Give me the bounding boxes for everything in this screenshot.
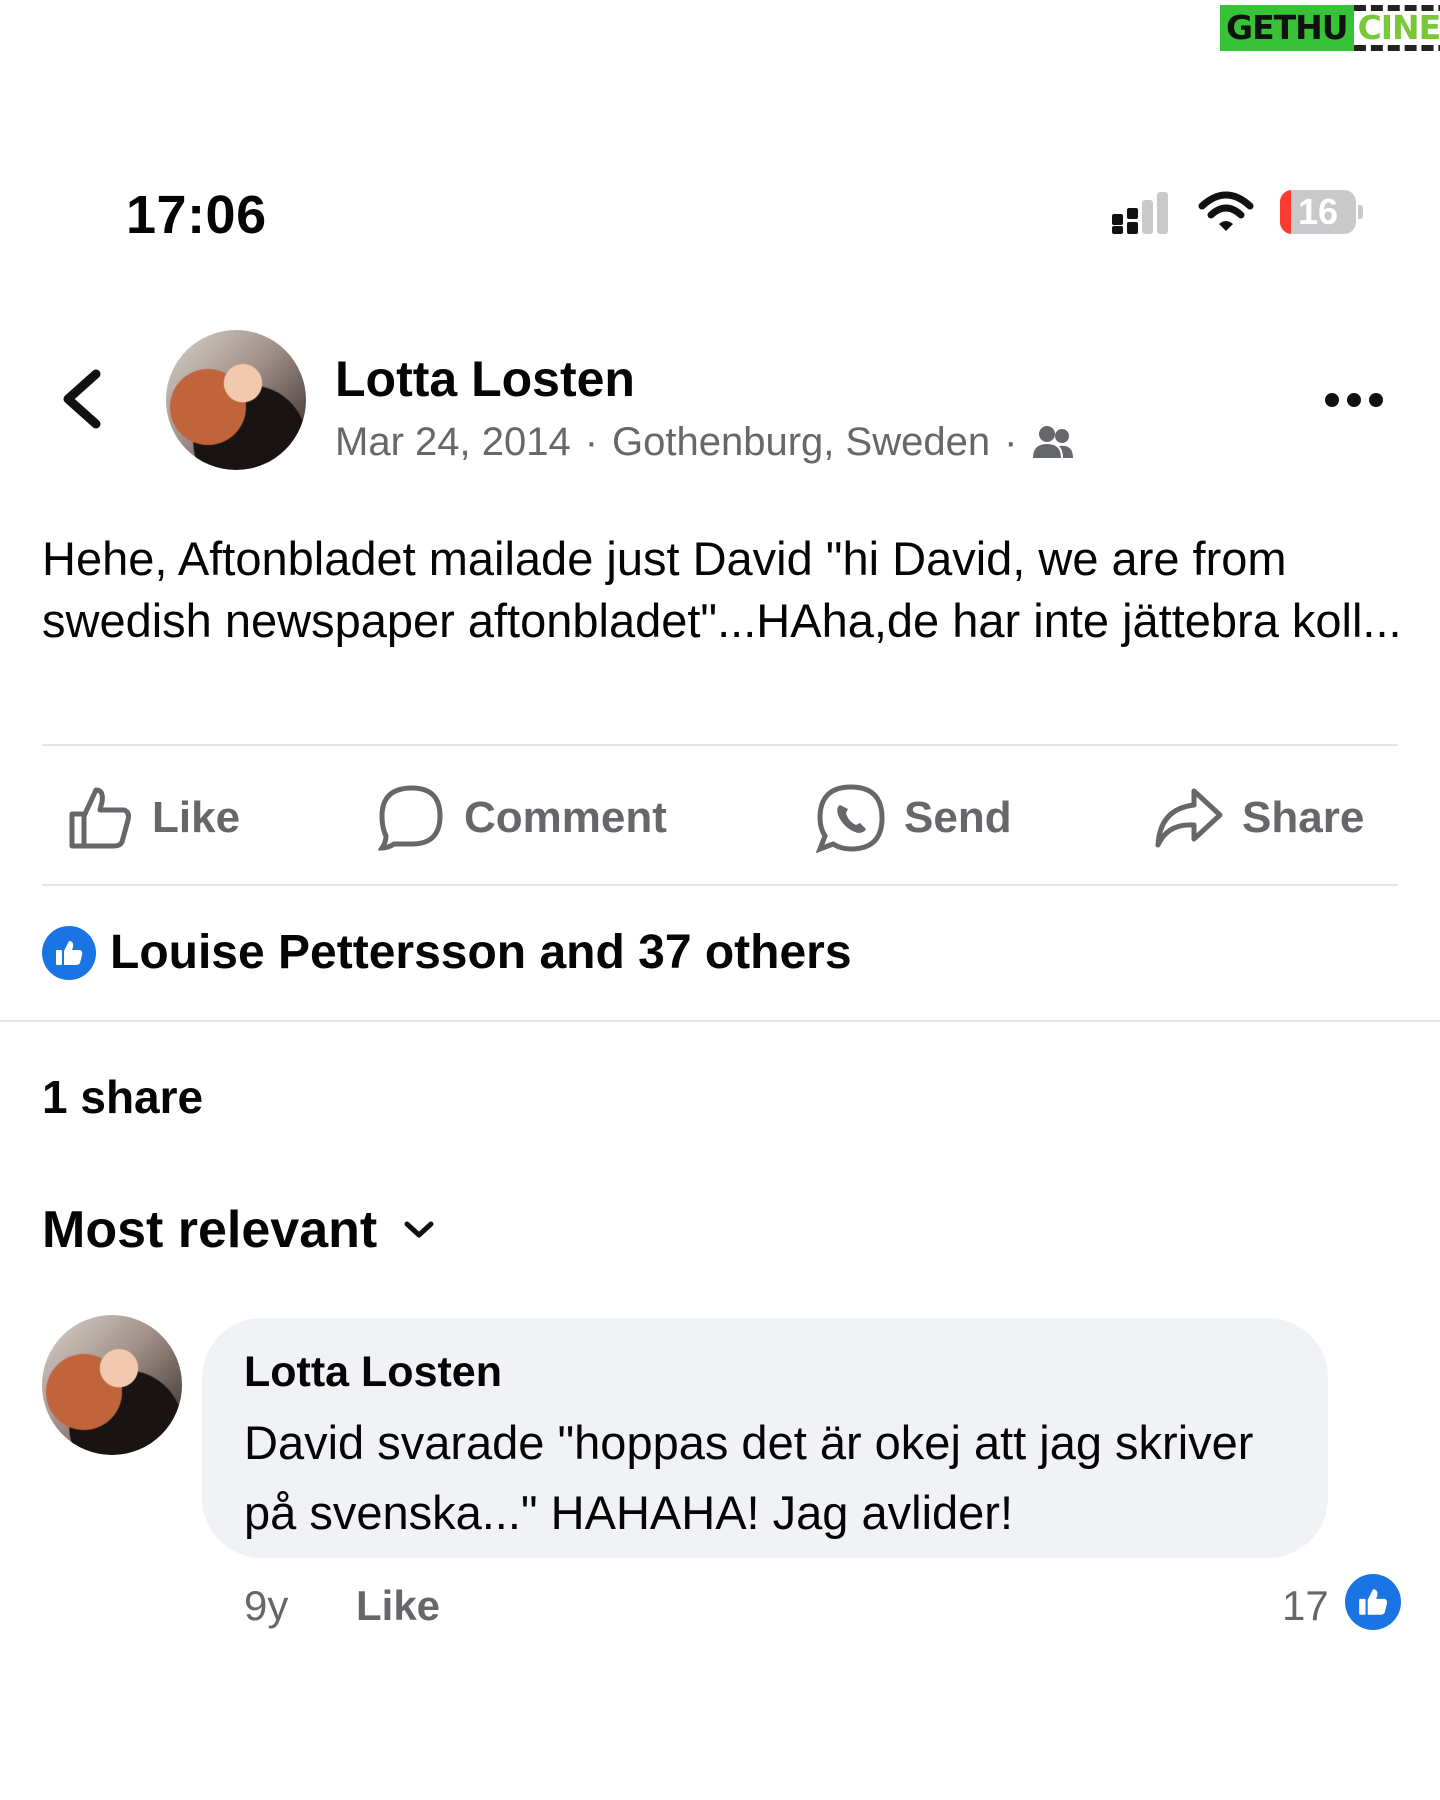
whatsapp-icon (816, 784, 885, 853)
comment-sort-dropdown[interactable]: Most relevant (42, 1200, 435, 1260)
divider (0, 1020, 1440, 1022)
share-label: Share (1242, 793, 1365, 842)
sort-label: Most relevant (42, 1201, 378, 1259)
share-button[interactable]: Share (1154, 768, 1364, 868)
comment-label: Comment (464, 793, 667, 842)
share-arrow-icon (1155, 788, 1223, 848)
post-meta: Mar 24, 2014 · Gothenburg, Sweden · (335, 420, 1075, 465)
divider (42, 884, 1398, 886)
author-avatar[interactable] (166, 330, 306, 470)
comment-like-button[interactable]: Like (356, 1582, 440, 1630)
meta-separator: · (584, 420, 599, 464)
meta-separator: · (1004, 420, 1018, 464)
friends-icon (1033, 425, 1074, 458)
like-reaction-icon (1345, 1574, 1401, 1630)
wifi-icon (1198, 191, 1254, 231)
battery-indicator: 16 (1280, 190, 1356, 234)
comment-text: David svarade "hoppas det är okej att ja… (244, 1416, 1254, 1539)
battery-level-fill (1280, 190, 1291, 234)
status-icons: 16 (1110, 190, 1363, 234)
reactions-summary[interactable]: Louise Pettersson and 37 others (42, 925, 852, 980)
chevron-down-icon (404, 1221, 434, 1238)
battery-percent: 16 (1297, 191, 1339, 232)
send-label: Send (904, 793, 1012, 842)
shares-count[interactable]: 1 share (42, 1070, 203, 1124)
post-date[interactable]: Mar 24, 2014 (335, 420, 571, 465)
like-button[interactable]: Like (66, 768, 240, 868)
post-text: Hehe, Aftonbladet mailade just David "hi… (42, 532, 1402, 647)
comment-age: 9y (244, 1582, 289, 1629)
commenter-avatar[interactable] (42, 1315, 182, 1455)
send-button[interactable]: Send (816, 768, 1012, 868)
post-location[interactable]: Gothenburg, Sweden (612, 420, 990, 465)
reactions-text: Louise Pettersson and 37 others (110, 926, 852, 979)
battery-tip (1358, 205, 1363, 219)
comment-button[interactable]: Comment (378, 768, 667, 868)
cellular-signal-icon (1112, 192, 1168, 234)
post-author-name[interactable]: Lotta Losten (335, 350, 635, 408)
comment-icon (378, 785, 443, 851)
thumbs-up-icon (69, 787, 131, 849)
back-icon[interactable] (56, 368, 108, 430)
status-time: 17:06 (126, 185, 267, 245)
comment-like-count[interactable]: 17 (1282, 1582, 1329, 1630)
watermark-part1: GETHU (1220, 5, 1354, 51)
like-reaction-icon (42, 925, 96, 980)
watermark-part2: CINEMA (1353, 5, 1440, 51)
watermark: GETHU CINEMA (1220, 2, 1440, 54)
like-label: Like (152, 793, 241, 842)
more-options-icon[interactable] (1322, 380, 1386, 420)
comment-author[interactable]: Lotta Losten (244, 1348, 502, 1397)
post-action-bar: Like Comment Send Share (42, 768, 1402, 868)
divider (42, 744, 1398, 746)
